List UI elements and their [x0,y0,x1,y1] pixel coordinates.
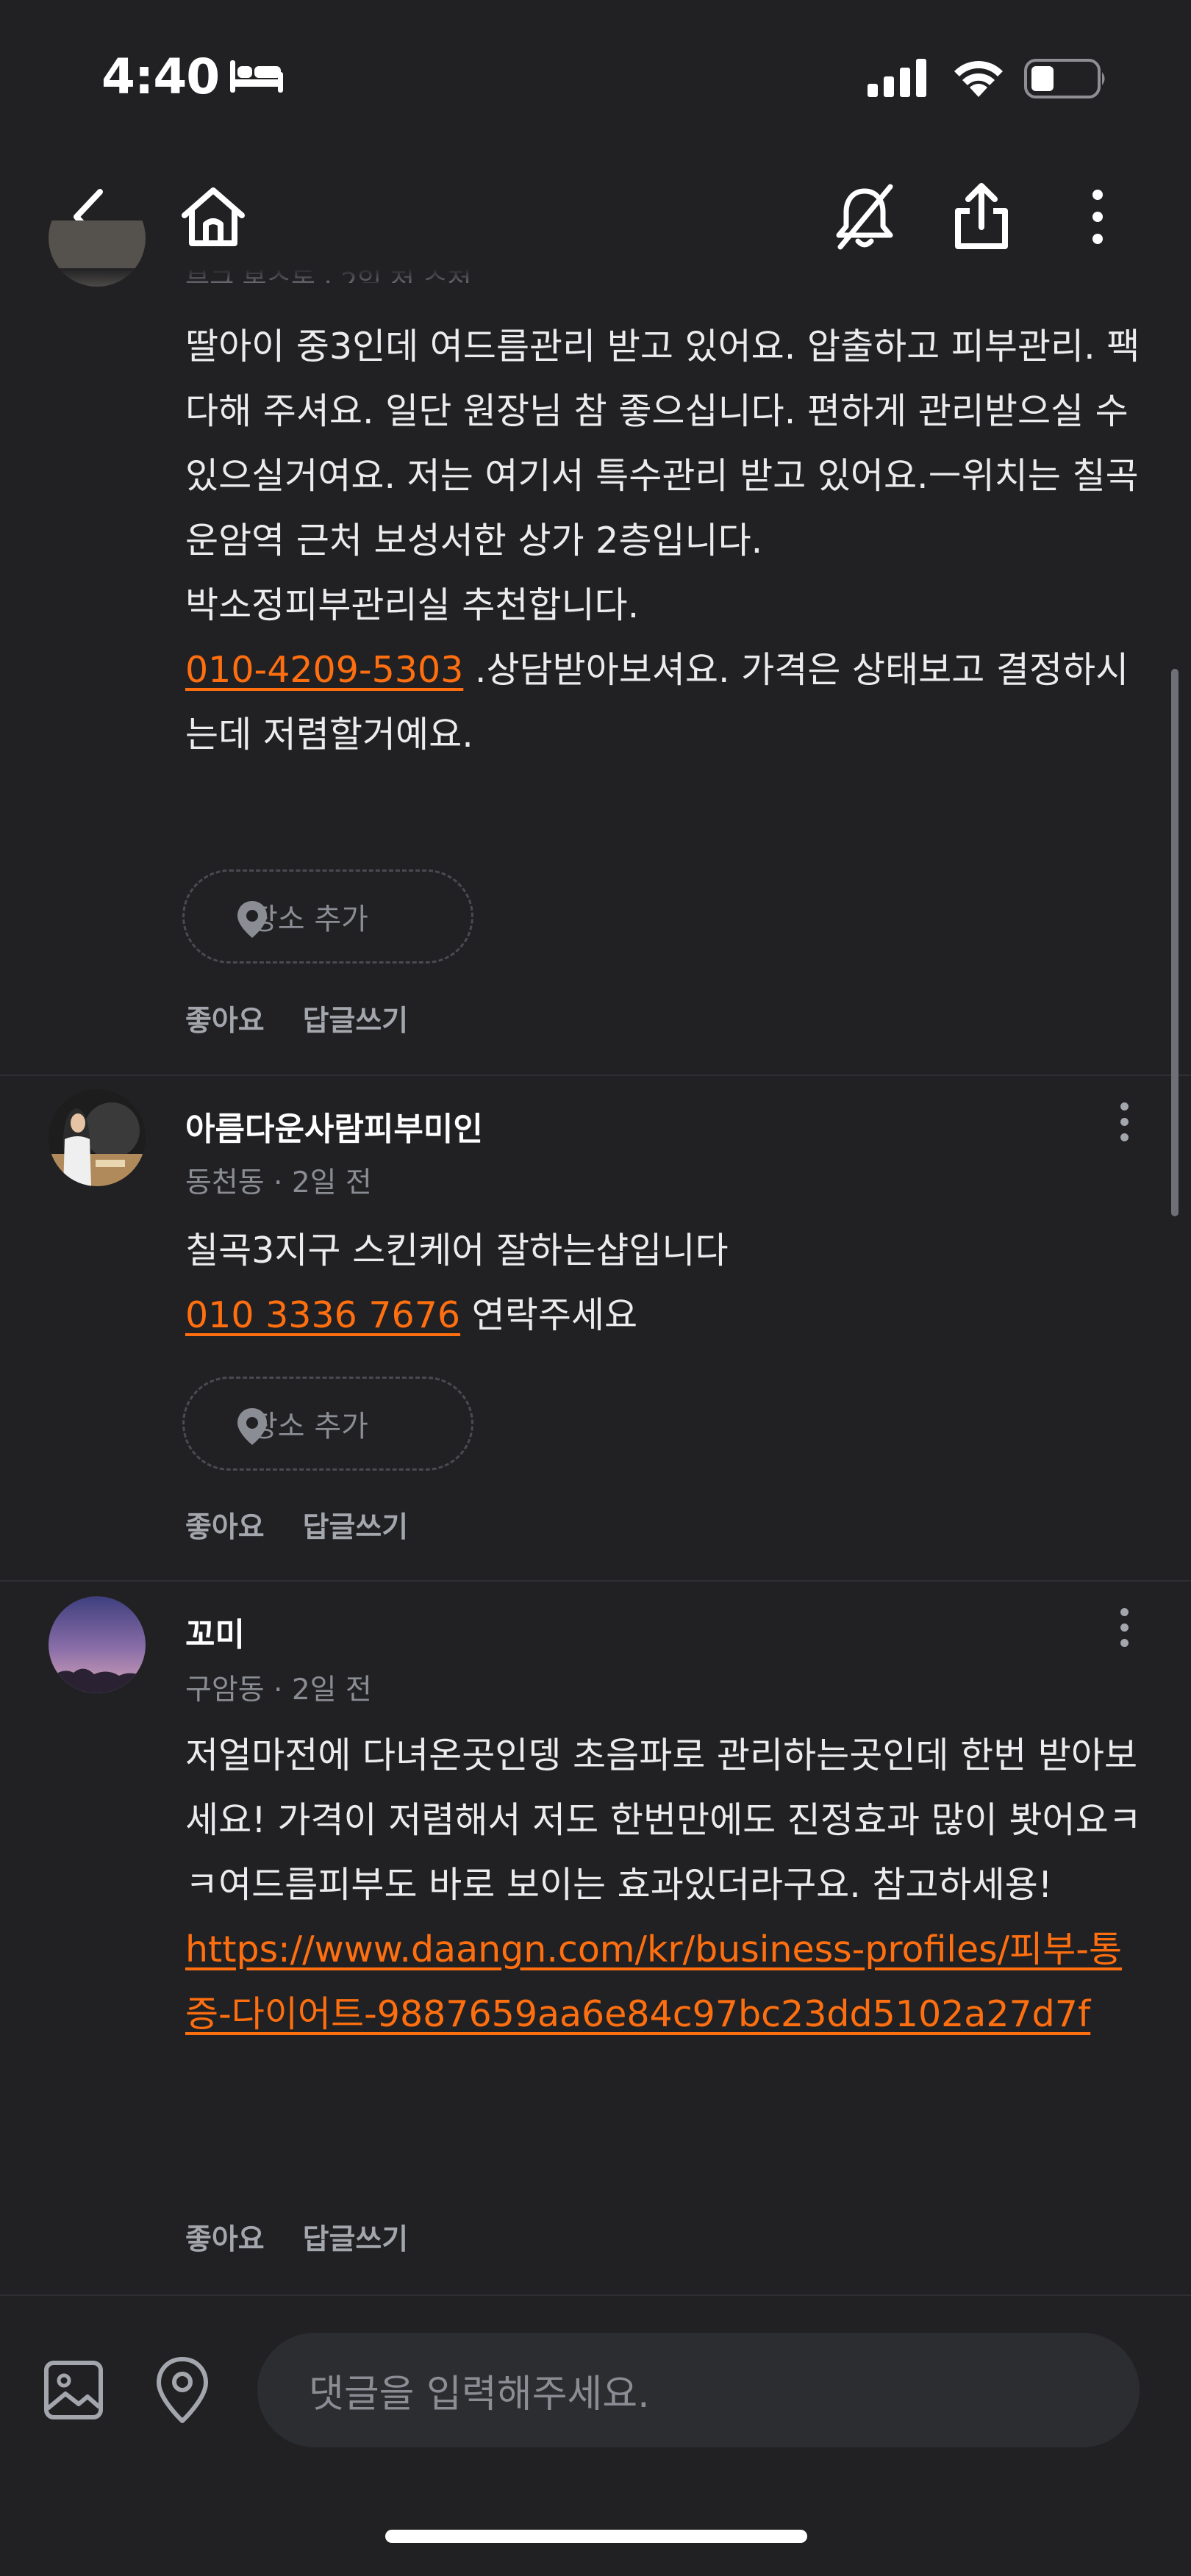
more-icon [1120,1608,1129,1616]
scrollbar[interactable] [1171,669,1179,1216]
top-nav-bar [0,158,1191,268]
comment-actions: 좋아요 답글쓰기 [185,1504,446,1546]
divider [0,1074,1191,1076]
home-icon [182,187,245,246]
phone-link[interactable]: 010 3336 7676 [185,1294,460,1336]
attach-image-button[interactable] [37,2353,110,2427]
avatar[interactable] [49,1089,146,1186]
reply-button[interactable]: 답글쓰기 [303,1005,409,1038]
location-pin-icon [157,2357,208,2423]
profile-photo [49,1596,146,1693]
share-icon [955,183,1008,249]
business-profile-link[interactable]: https://www.daangn.com/kr/business-profi… [185,1929,1122,2035]
comment-text: 딸아이 중3인데 여드름관리 받고 있어요. 압출하고 피부관리. 팩 다해 주… [185,315,1148,767]
comment-text-part: 딸아이 중3인데 여드름관리 받고 있어요. 압출하고 피부관리. 팩 다해 주… [185,326,1140,626]
add-place-button[interactable]: 장소 추가 [182,869,473,964]
more-icon [1120,1102,1129,1111]
image-icon [44,2361,103,2419]
comment-meta: 구암동 · 2일 전 [185,1673,372,1707]
phone-link[interactable]: 010-4209-5303 [185,649,463,691]
comment-text: 저얼마전에 다녀온곳인뎅 초음파로 관리하는곳인데 한번 받아보세요! 가격이 … [185,1723,1148,2047]
notification-off-button[interactable] [828,180,901,254]
comment-text: 칠곡3지구 스킨케어 잘하는샵입니다 010 3336 7676 연락주세요 [185,1219,1148,1348]
more-options-button[interactable] [1061,180,1134,254]
profile-photo [49,1089,146,1186]
bell-off-icon [836,184,893,250]
avatar[interactable] [49,1596,146,1693]
comment-more-button[interactable] [1106,1102,1142,1169]
bed-icon [230,60,283,93]
comment-input[interactable]: 댓글을 입력해주세요. [257,2333,1140,2447]
more-icon [1092,190,1103,244]
comment-meta: 동천동 · 2일 전 [185,1166,372,1199]
location-pin-icon [237,1408,267,1445]
home-indicator [385,2530,807,2543]
comment-actions: 좋아요 답글쓰기 [185,998,446,1039]
like-button[interactable]: 좋아요 [185,2223,265,2256]
comment-text-part: 칠곡3지구 스킨케어 잘하는샵입니다 [185,1230,729,1271]
like-button[interactable]: 좋아요 [185,1511,265,1544]
comment-text-part: 연락주세요 [460,1294,638,1336]
scroll-fade [0,268,1191,290]
divider [0,1580,1191,1582]
status-time: 4:40 [101,49,220,105]
reply-button[interactable]: 답글쓰기 [303,1511,409,1544]
comment-actions: 좋아요 답글쓰기 [185,2217,446,2258]
attach-location-button[interactable] [146,2353,219,2427]
location-pin-icon [237,901,267,938]
add-place-button[interactable]: 장소 추가 [182,1377,473,1471]
wifi-icon [954,61,1003,97]
home-button[interactable] [176,180,250,254]
battery-icon [1024,59,1105,98]
comment-author[interactable]: 아름다운사람피부미인 [185,1102,483,1149]
share-button[interactable] [945,180,1018,254]
reply-button[interactable]: 답글쓰기 [303,2223,409,2256]
like-button[interactable]: 좋아요 [185,1005,265,1038]
signal-icon [868,59,926,97]
status-bar: 4:40 [0,0,1191,158]
comment-more-button[interactable] [1106,1608,1142,1674]
comment-author[interactable]: 꼬미 [185,1608,245,1655]
comment-text-part: 저얼마전에 다녀온곳인뎅 초음파로 관리하는곳인데 한번 받아보세요! 가격이 … [185,1734,1142,1906]
